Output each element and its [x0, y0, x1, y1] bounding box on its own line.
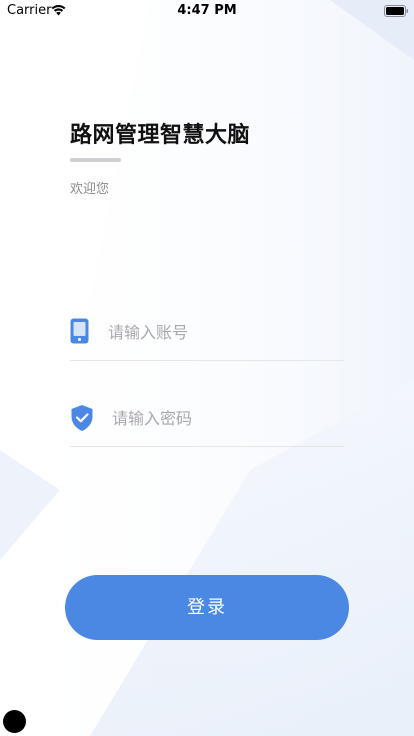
status-time: 4:47 PM [177, 3, 237, 18]
login-button[interactable]: 登录 [65, 575, 349, 640]
welcome-text: 欢迎您 [70, 182, 110, 197]
password-field[interactable] [70, 398, 344, 447]
status-bar: Carrier 4:47 PM [0, 0, 414, 22]
shield-check-icon [71, 405, 93, 431]
account-input[interactable] [108, 318, 338, 346]
title-underline [70, 158, 121, 162]
assistive-touch-dot[interactable] [3, 710, 26, 733]
login-screen: 路网管理智慧大脑 欢迎您 登录 [0, 0, 414, 736]
page-title: 路网管理智慧大脑 [70, 123, 251, 148]
phone-icon [70, 318, 89, 344]
password-input[interactable] [112, 404, 338, 432]
battery-icon [384, 5, 409, 17]
account-field[interactable] [70, 312, 344, 361]
